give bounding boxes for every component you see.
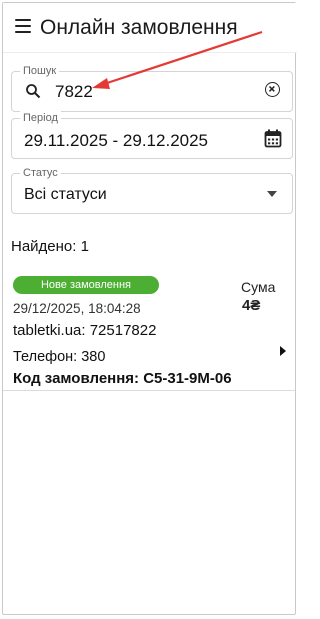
- sum-value: 4₴: [242, 297, 261, 314]
- status-selected-value: Всі статуси: [24, 186, 107, 203]
- page-title: Онлайн замовлення: [40, 16, 238, 39]
- status-select[interactable]: Статус Всі статуси: [11, 166, 293, 214]
- order-source: tabletki.ua: 72517822: [13, 322, 157, 339]
- chevron-right-icon[interactable]: [280, 346, 286, 356]
- menu-icon[interactable]: [15, 19, 31, 33]
- status-badge: Нове замовлення: [13, 276, 159, 294]
- calendar-icon[interactable]: [264, 129, 282, 148]
- app-bar: Онлайн замовлення: [3, 3, 297, 53]
- search-input[interactable]: 7822: [55, 82, 93, 102]
- period-field[interactable]: Період 29.11.2025 - 29.12.2025: [11, 111, 293, 159]
- search-field[interactable]: Пошук 7822: [11, 64, 293, 112]
- app-frame: Онлайн замовлення Пошук 7822 Період 29.1…: [2, 2, 297, 615]
- order-card[interactable]: Нове замовлення Сума 4₴ 29/12/2025, 18:0…: [3, 269, 295, 391]
- order-code: Код замовлення: C5-31-9M-06: [13, 370, 232, 387]
- period-input[interactable]: 29.11.2025 - 29.12.2025: [24, 131, 208, 151]
- period-label: Період: [20, 111, 61, 125]
- search-icon: [26, 84, 41, 99]
- order-datetime: 29/12/2025, 18:04:28: [13, 301, 141, 316]
- results-count: Найдено: 1: [11, 238, 89, 255]
- dropdown-icon[interactable]: [267, 191, 277, 197]
- status-label: Статус: [20, 166, 61, 180]
- clear-icon[interactable]: [265, 82, 280, 97]
- sum-label: Сума: [241, 279, 276, 295]
- search-label: Пошук: [20, 64, 60, 78]
- order-phone: Телефон: 380: [13, 349, 106, 365]
